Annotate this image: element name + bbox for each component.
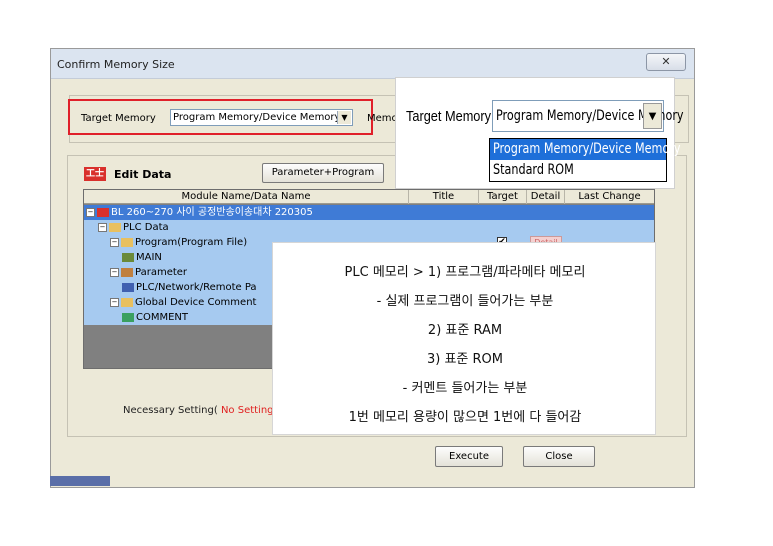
program-icon xyxy=(122,252,134,262)
note-line: 2) 표준 RAM xyxy=(427,323,503,338)
column-detail[interactable]: Detail xyxy=(527,190,565,204)
note-line: PLC 메모리 > 1) 프로그램/파라메타 메모리 xyxy=(344,265,586,280)
dropdown-option[interactable]: Standard ROM xyxy=(490,160,666,181)
dropdown-option[interactable]: Program Memory/Device Memory xyxy=(490,139,681,160)
target-memory-value: Program Memory/Device Memory xyxy=(173,112,341,123)
grid-row-label: PLC/Network/Remote Pa xyxy=(136,282,257,293)
grid-row-label: Global Device Comment xyxy=(135,297,257,308)
tree-collapse-icon[interactable]: − xyxy=(98,222,107,232)
column-target[interactable]: Target xyxy=(479,190,527,204)
parameter-icon xyxy=(122,282,134,292)
plc-icon xyxy=(97,207,109,217)
title-bar[interactable]: Confirm Memory Size ✕ xyxy=(51,49,694,79)
note-line: 3) 표준 ROM xyxy=(426,352,503,367)
grid-row[interactable]: − BL 260~270 사이 공정반송이송대차 220305 xyxy=(84,205,654,220)
grid-row-label: Program(Program File) xyxy=(135,237,248,248)
grid-header: Module Name/Data Name Title Target Detai… xyxy=(84,190,654,204)
chevron-down-icon[interactable]: ▼ xyxy=(337,111,351,124)
note-line: - 커멘트 들어가는 부분 xyxy=(402,381,528,396)
target-memory-dropdown-list: Program Memory/Device Memory Standard RO… xyxy=(489,138,681,182)
parameter-program-button[interactable]: Parameter+Program xyxy=(262,163,384,183)
close-icon[interactable]: ✕ xyxy=(646,53,686,71)
column-last-change[interactable]: Last Change xyxy=(565,190,654,204)
tree-collapse-icon[interactable]: − xyxy=(86,207,95,217)
grid-row-label: PLC Data xyxy=(123,222,169,233)
chevron-down-icon[interactable]: ▼ xyxy=(643,103,662,129)
note-line: - 실제 프로그램이 들어가는 부분 xyxy=(376,294,554,309)
zoom-target-memory-select[interactable]: Program Memory/Device Memory ▼ xyxy=(492,100,684,132)
necessary-setting: Necessary Setting( No Setting / xyxy=(123,405,280,416)
grid-row-label: COMMENT xyxy=(136,312,189,323)
tree-collapse-icon[interactable]: − xyxy=(110,237,119,247)
grid-row-label: Parameter xyxy=(135,267,188,278)
grid-row[interactable]: − Global Device Comment xyxy=(84,295,274,310)
target-memory-label: Target Memory xyxy=(81,113,156,124)
necessary-setting-label: Necessary Setting( xyxy=(123,405,218,416)
tree-collapse-icon[interactable]: − xyxy=(110,267,119,277)
zoom-target-memory-label: Target Memory xyxy=(406,108,492,125)
folder-icon xyxy=(121,297,133,307)
close-button[interactable]: Close xyxy=(523,446,595,467)
taskbar-fragment xyxy=(50,476,110,486)
program-folder-icon xyxy=(121,237,133,247)
column-title[interactable]: Title xyxy=(409,190,479,204)
grid-row[interactable]: − PLC Data xyxy=(84,220,654,235)
grid-row[interactable]: PLC/Network/Remote Pa xyxy=(84,280,274,295)
grid-row-label: BL 260~270 사이 공정반송이송대차 220305 xyxy=(111,207,313,218)
edit-data-label: Edit Data xyxy=(114,168,172,181)
comment-icon xyxy=(122,312,134,322)
parameter-folder-icon xyxy=(121,267,133,277)
target-memory-select[interactable]: Program Memory/Device Memory ▼ xyxy=(170,109,353,126)
tree-collapse-icon[interactable]: − xyxy=(110,297,119,307)
edit-data-icon: 工士 xyxy=(84,167,106,181)
grid-row-label: MAIN xyxy=(136,252,162,263)
zoomed-target-memory-panel: Target Memory Program Memory/Device Memo… xyxy=(395,77,684,189)
execute-button[interactable]: Execute xyxy=(435,446,503,467)
annotation-note: PLC 메모리 > 1) 프로그램/파라메타 메모리 - 실제 프로그램이 들어… xyxy=(272,242,656,435)
dialog-title: Confirm Memory Size xyxy=(57,58,175,71)
grid-row[interactable]: COMMENT xyxy=(84,310,274,325)
column-module-name[interactable]: Module Name/Data Name xyxy=(84,190,409,204)
note-line: 1번 메모리 용량이 많으면 1번에 다 들어감 xyxy=(348,410,582,425)
folder-icon xyxy=(109,222,121,232)
